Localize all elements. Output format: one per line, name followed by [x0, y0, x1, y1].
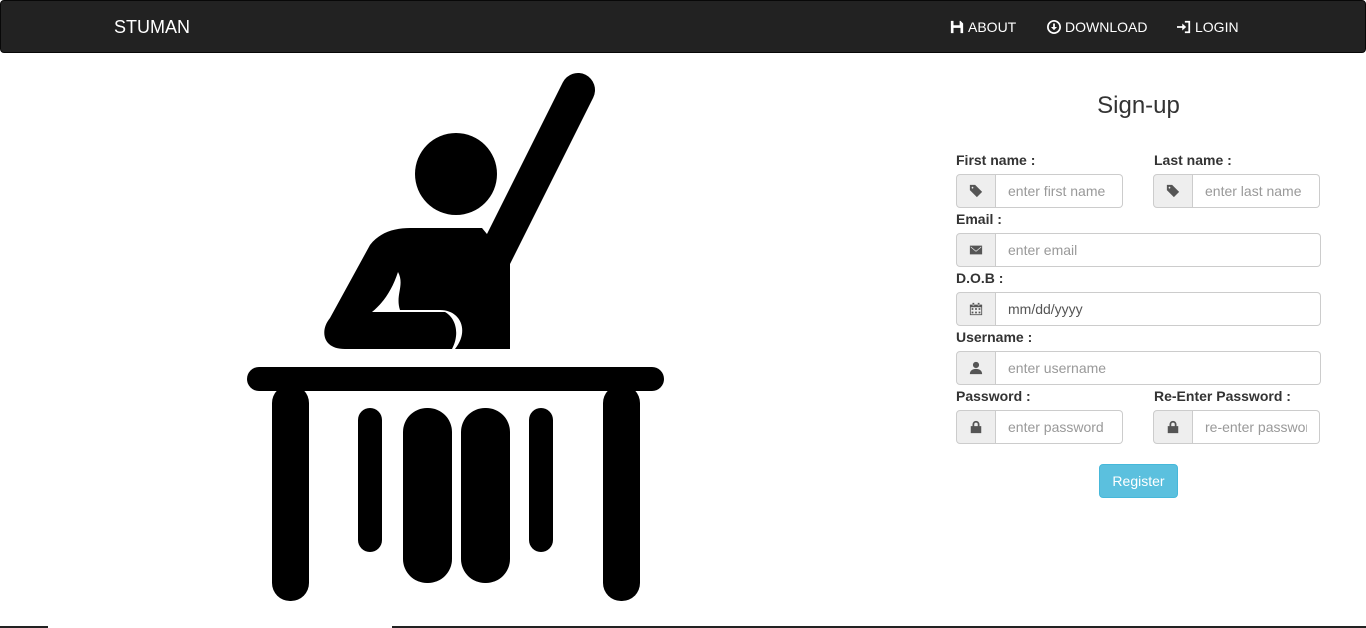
first-name-label: First name : [956, 152, 1036, 168]
tag-icon [1166, 184, 1180, 198]
nav-login-link[interactable]: LOGIN [1177, 17, 1239, 37]
last-name-label: Last name : [1154, 152, 1232, 168]
envelope-icon [969, 245, 983, 255]
password-group [956, 410, 1123, 444]
dob-input[interactable] [996, 292, 1321, 326]
reenter-password-label: Re-Enter Password : [1154, 388, 1291, 404]
username-label: Username : [956, 329, 1033, 345]
email-label: Email : [956, 211, 1002, 227]
email-group [956, 233, 1321, 267]
last-name-group [1153, 174, 1320, 208]
log-in-icon [1177, 20, 1191, 34]
user-icon [969, 361, 983, 375]
nav-download-label: DOWNLOAD [1065, 19, 1148, 35]
first-name-group [956, 174, 1123, 208]
first-name-addon [956, 174, 996, 208]
reenter-password-group [1153, 410, 1320, 444]
reenter-password-input[interactable] [1193, 410, 1320, 444]
floppy-disk-icon [950, 20, 964, 34]
navbar: STUMAN ABOUT DOWNLOAD LOGIN [0, 0, 1366, 53]
dob-addon [956, 292, 996, 326]
email-addon [956, 233, 996, 267]
brand-link[interactable]: STUMAN [114, 17, 190, 37]
nav-about-label: ABOUT [968, 19, 1017, 35]
signup-title: Sign-up [1097, 92, 1180, 119]
tag-icon [969, 184, 983, 198]
dob-label: D.O.B : [956, 270, 1004, 286]
nav-about-link[interactable]: ABOUT [950, 17, 1016, 37]
download-circle-icon [1047, 20, 1061, 34]
username-addon [956, 351, 996, 385]
nav-download-link[interactable]: DOWNLOAD [1047, 17, 1147, 37]
reenter-password-addon [1153, 410, 1193, 444]
nav-login-label: LOGIN [1195, 19, 1239, 35]
username-group [956, 351, 1321, 385]
dob-group [956, 292, 1321, 326]
first-name-input[interactable] [996, 174, 1123, 208]
calendar-icon [969, 302, 983, 316]
lock-icon [1167, 420, 1179, 434]
password-addon [956, 410, 996, 444]
lock-icon [970, 420, 982, 434]
register-button[interactable]: Register [1099, 464, 1178, 498]
last-name-input[interactable] [1193, 174, 1320, 208]
email-input[interactable] [996, 233, 1321, 267]
username-input[interactable] [996, 351, 1321, 385]
password-input[interactable] [996, 410, 1123, 444]
password-label: Password : [956, 388, 1031, 404]
student-raising-hand-icon [247, 73, 664, 601]
last-name-addon [1153, 174, 1193, 208]
